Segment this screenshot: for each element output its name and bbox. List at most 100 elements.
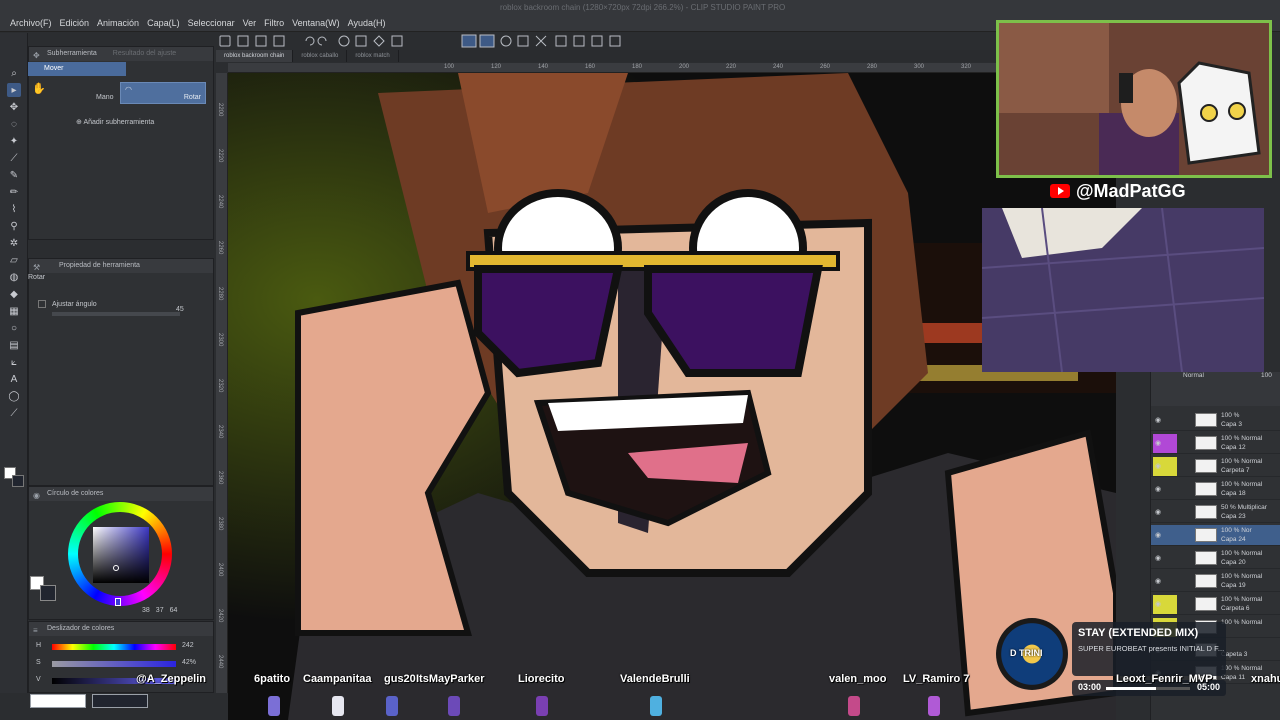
layer-row[interactable]: ◉ 100 % Nor Capa 24 (1151, 525, 1280, 546)
subtool-tab[interactable]: Subherramienta (47, 50, 97, 57)
eraser-icon[interactable]: ▱ (7, 253, 21, 267)
s-bar[interactable] (52, 661, 176, 667)
canvas-tab-3[interactable]: roblox match (347, 50, 399, 62)
blend-tool-icon[interactable]: ◍ (7, 270, 21, 284)
frame-tool-icon[interactable]: ▤ (7, 338, 21, 352)
layer-row[interactable]: ◉ 100 % Normal Carpeta 6 (1151, 594, 1280, 615)
layer-row[interactable]: ◉ 100 % Normal Carpeta 7 (1151, 456, 1280, 477)
main-color-swatches[interactable] (2, 465, 26, 495)
sub-color[interactable] (12, 475, 24, 487)
menu-capa[interactable]: Capa(L) (143, 17, 184, 29)
ruler-left-tick: 2440 (217, 655, 223, 669)
menu-animacion[interactable]: Animación (93, 17, 143, 29)
angle-value[interactable]: 45 (176, 306, 184, 313)
ruler-tool-icon[interactable]: ⟀ (7, 355, 21, 369)
eye-icon[interactable]: ◉ (1155, 600, 1163, 608)
ruler-left: 2200 2220 2240 2260 2280 2300 2320 2340 2360 2380… (216, 73, 228, 693)
canvas-tab-1[interactable]: roblox backroom chain (216, 50, 294, 62)
adjust-result-tab[interactable]: Resultado del ajuste (113, 50, 176, 57)
figure-tool-icon[interactable]: ○ (7, 321, 21, 335)
layer-row[interactable]: ◉ 100 % Normal Capa 18 (1151, 479, 1280, 500)
decoration-icon[interactable]: ✲ (7, 236, 21, 250)
canvas-artwork[interactable] (228, 73, 1116, 720)
zoom-icon (573, 35, 585, 47)
menu-seleccionar[interactable]: Seleccionar (184, 17, 239, 29)
layer-row[interactable]: ◉ 100 % Capa 3 (1151, 410, 1280, 431)
color-circle-sub-color[interactable] (40, 585, 56, 601)
color-cursor[interactable] (113, 565, 119, 571)
menu-filtro[interactable]: Filtro (260, 17, 288, 29)
layer-row[interactable]: ◉ 50 % Multiplicar Capa 23 (1151, 502, 1280, 523)
eye-icon[interactable]: ◉ (1155, 439, 1163, 447)
canvas-tabs: roblox backroom chain roblox caballo rob… (216, 50, 996, 62)
saturation-value-square[interactable] (93, 527, 149, 583)
layer-name: Carpeta 6 (1221, 605, 1250, 612)
lasso-tool-icon[interactable]: ◌ (7, 117, 21, 131)
eye-icon[interactable]: ◉ (1155, 485, 1163, 493)
eye-icon[interactable]: ◉ (1155, 508, 1163, 516)
balloon-tool-icon[interactable]: ◯ (7, 389, 21, 403)
menu-edicion[interactable]: Edición (56, 17, 94, 29)
text-tool-icon[interactable]: A (7, 372, 21, 386)
ruler-left-tick: 2320 (217, 379, 223, 393)
layer-row[interactable]: ◉ 100 % Normal Capa 19 (1151, 571, 1280, 592)
add-subtool-label: Añadir subherramienta (83, 119, 155, 126)
layer-blend-info: 100 % Normal (1221, 435, 1263, 442)
eye-icon[interactable]: ◉ (1155, 577, 1163, 585)
correct-line-icon[interactable]: ⟋ (7, 406, 21, 420)
blend-mode-select[interactable]: Normal (1183, 372, 1204, 379)
wrench-icon: ⚒ (33, 263, 41, 272)
angle-slider[interactable] (52, 312, 180, 316)
layer-blend-info: 100 % Normal (1221, 550, 1263, 557)
canvas-tab-2[interactable]: roblox caballo (293, 50, 348, 62)
airbrush-icon[interactable]: ⚲ (7, 219, 21, 233)
pen-tool-icon[interactable]: ✎ (7, 168, 21, 182)
menu-ventana[interactable]: Ventana(W) (288, 17, 344, 29)
eye-icon[interactable]: ◉ (1155, 531, 1163, 539)
eye-icon[interactable]: ◉ (1155, 416, 1163, 424)
document-title: roblox backroom chain (1280×720px 72dpi … (500, 3, 786, 12)
layer-name: Capa 24 (1221, 536, 1246, 543)
layer-blend-info: 100 % Normal (1221, 481, 1263, 488)
chatter-name: 6patito (254, 673, 291, 685)
add-subtool-button[interactable]: ⊕ Añadir subherramienta (76, 118, 154, 126)
command-bar (219, 34, 621, 48)
chatter-avatar (448, 696, 460, 716)
rotate-icon: ◠ (125, 85, 132, 94)
menu-ver[interactable]: Ver (239, 17, 261, 29)
move-tool-icon[interactable]: ▸ (7, 83, 21, 97)
hue-marker[interactable] (115, 598, 121, 606)
ruler-left-tick: 2300 (217, 333, 223, 347)
pencil-tool-icon[interactable]: ✏ (7, 185, 21, 199)
adjust-angle-checkbox-row[interactable]: Ajustar ángulo (38, 300, 97, 308)
h-value[interactable]: 242 (182, 642, 194, 649)
subtool-mover[interactable]: Mover (28, 62, 126, 76)
eye-icon[interactable]: ◉ (1155, 462, 1163, 470)
h-slider[interactable]: H 242 (36, 642, 216, 652)
palette-icon: ◉ (33, 491, 40, 500)
zoom-tool-icon[interactable]: ⌕ (7, 66, 21, 80)
layer-blend-info: 100 % Normal (1221, 596, 1263, 603)
adjust-angle-checkbox[interactable] (38, 300, 46, 308)
layer-row[interactable]: ◉ 100 % Normal Capa 20 (1151, 548, 1280, 569)
s-slider[interactable]: S 42% (36, 659, 216, 669)
eyedropper-icon[interactable]: ⟋ (7, 151, 21, 165)
subtool-mano-row[interactable]: ✋ Mano ◠ Rotar (28, 80, 214, 106)
s-value[interactable]: 42% (182, 659, 196, 666)
brush-tool-icon[interactable]: ⌇ (7, 202, 21, 216)
fill-tool-icon[interactable]: ◆ (7, 287, 21, 301)
layer-row[interactable]: ◉ 100 % Normal Capa 12 (1151, 433, 1280, 454)
menu-ayuda[interactable]: Ayuda(H) (344, 17, 390, 29)
youtube-icon (1050, 184, 1070, 198)
eye-icon[interactable]: ◉ (1155, 554, 1163, 562)
gradient-icon[interactable]: ▦ (7, 304, 21, 318)
menu-archivo[interactable]: Archivo(F) (6, 17, 56, 29)
h-bar[interactable] (52, 644, 176, 650)
magic-wand-icon[interactable]: ✦ (7, 134, 21, 148)
snap-ruler-icon (461, 34, 477, 48)
subtool-rotar[interactable]: ◠ Rotar (120, 82, 206, 104)
opacity-value[interactable]: 100 (1261, 372, 1272, 379)
layer-blend-info: 50 % Multiplicar (1221, 504, 1267, 511)
color-slider-header: ≡ Deslizador de colores (29, 622, 213, 636)
operation-tool-icon[interactable]: ✥ (7, 100, 21, 114)
